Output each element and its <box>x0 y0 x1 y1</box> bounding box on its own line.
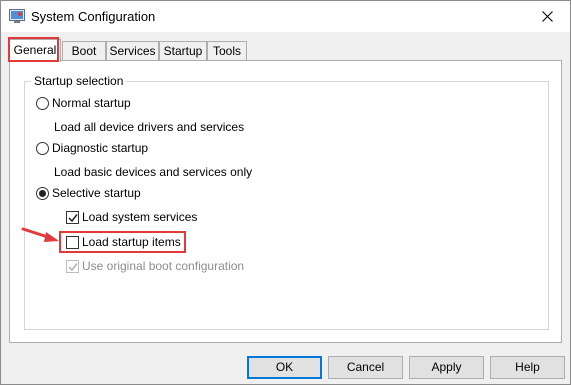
apply-button[interactable]: Apply <box>409 356 484 379</box>
diagnostic-startup-radio[interactable] <box>36 142 49 155</box>
window-title: System Configuration <box>31 9 156 24</box>
normal-startup-description: Load all device drivers and services <box>54 120 245 134</box>
general-tab-panel: Startup selection Normal startup Load al… <box>9 60 562 343</box>
close-icon <box>541 11 553 22</box>
checkmark-icon <box>68 214 78 223</box>
title-bar[interactable]: System Configuration <box>1 1 570 32</box>
red-arrow-icon <box>21 227 59 242</box>
startup-selection-group: Startup selection Normal startup Load al… <box>24 74 549 330</box>
normal-startup-label[interactable]: Normal startup <box>52 96 131 110</box>
msconfig-icon <box>9 9 25 24</box>
startup-selection-label: Startup selection <box>31 74 127 88</box>
diagnostic-startup-label[interactable]: Diagnostic startup <box>52 141 148 155</box>
tab-services[interactable]: Services <box>106 41 159 61</box>
tab-tools[interactable]: Tools <box>207 41 247 61</box>
load-startup-items-highlight <box>59 231 186 253</box>
close-button[interactable] <box>524 1 570 32</box>
use-original-boot-config-label: Use original boot configuration <box>82 259 245 273</box>
checkmark-icon <box>68 263 78 272</box>
cancel-button[interactable]: Cancel <box>328 356 403 379</box>
load-system-services-label[interactable]: Load system services <box>82 210 197 224</box>
tab-boot[interactable]: Boot <box>62 41 106 61</box>
selective-startup-label[interactable]: Selective startup <box>52 186 141 200</box>
tab-startup[interactable]: Startup <box>159 41 207 61</box>
use-original-boot-config-checkbox <box>66 260 79 273</box>
load-system-services-checkbox[interactable] <box>66 211 79 224</box>
help-button[interactable]: Help <box>490 356 565 379</box>
diagnostic-startup-description: Load basic devices and services only <box>54 165 253 179</box>
normal-startup-radio[interactable] <box>36 97 49 110</box>
selective-startup-radio[interactable] <box>36 187 49 200</box>
general-tab-highlight <box>8 37 59 62</box>
system-configuration-window: System Configuration General Boot Servic… <box>0 0 571 385</box>
ok-button[interactable]: OK <box>247 356 322 379</box>
